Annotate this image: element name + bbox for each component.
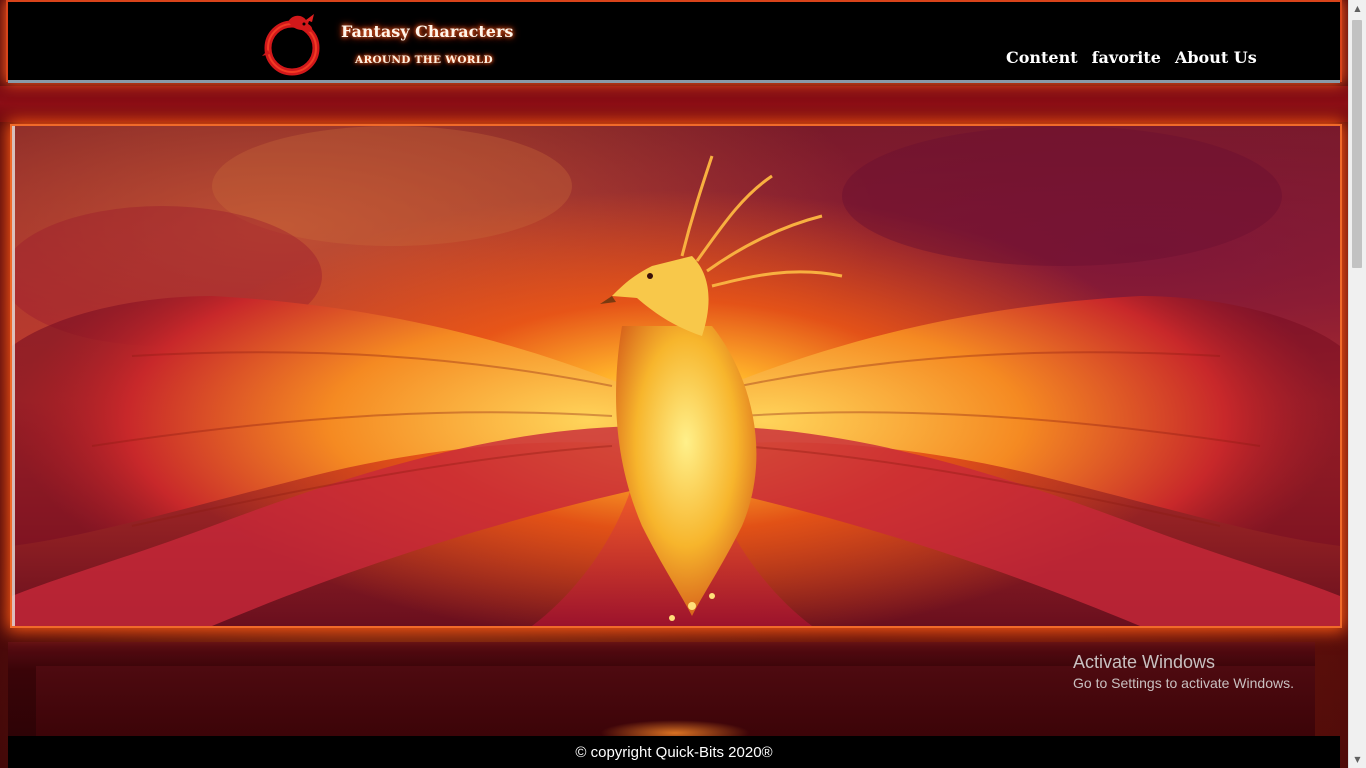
scroll-down-arrow-icon[interactable]: ▼ xyxy=(1349,751,1366,768)
activate-windows-watermark: Activate Windows Go to Settings to activ… xyxy=(1073,652,1294,691)
copyright-text: © copyright Quick-Bits 2020® xyxy=(575,743,773,761)
site-footer: © copyright Quick-Bits 2020® xyxy=(8,736,1340,768)
main-nav: Content favorite About Us xyxy=(1006,48,1257,67)
brand-subtitle: AROUND THE WORLD xyxy=(355,54,493,66)
watermark-title: Activate Windows xyxy=(1073,652,1216,672)
hero-edge xyxy=(12,126,15,626)
nav-link-content[interactable]: Content xyxy=(1006,48,1078,67)
phoenix-illustration xyxy=(12,126,1340,626)
site-header: Fantasy Characters AROUND THE WORLD Cont… xyxy=(8,2,1340,80)
brand-title: Fantasy Characters xyxy=(341,22,514,41)
scroll-thumb[interactable] xyxy=(1352,20,1362,268)
nav-link-about-us[interactable]: About Us xyxy=(1175,48,1257,67)
header-divider xyxy=(8,80,1340,83)
nav-link-favorite[interactable]: favorite xyxy=(1092,48,1161,67)
vertical-scrollbar[interactable]: ▲ ▼ xyxy=(1348,0,1366,768)
watermark-subtitle: Go to Settings to activate Windows. xyxy=(1073,675,1294,691)
dragon-ouroboros-icon[interactable] xyxy=(258,10,330,76)
scroll-up-arrow-icon[interactable]: ▲ xyxy=(1349,0,1366,17)
hero-banner xyxy=(12,126,1340,626)
header-band xyxy=(0,86,1348,122)
